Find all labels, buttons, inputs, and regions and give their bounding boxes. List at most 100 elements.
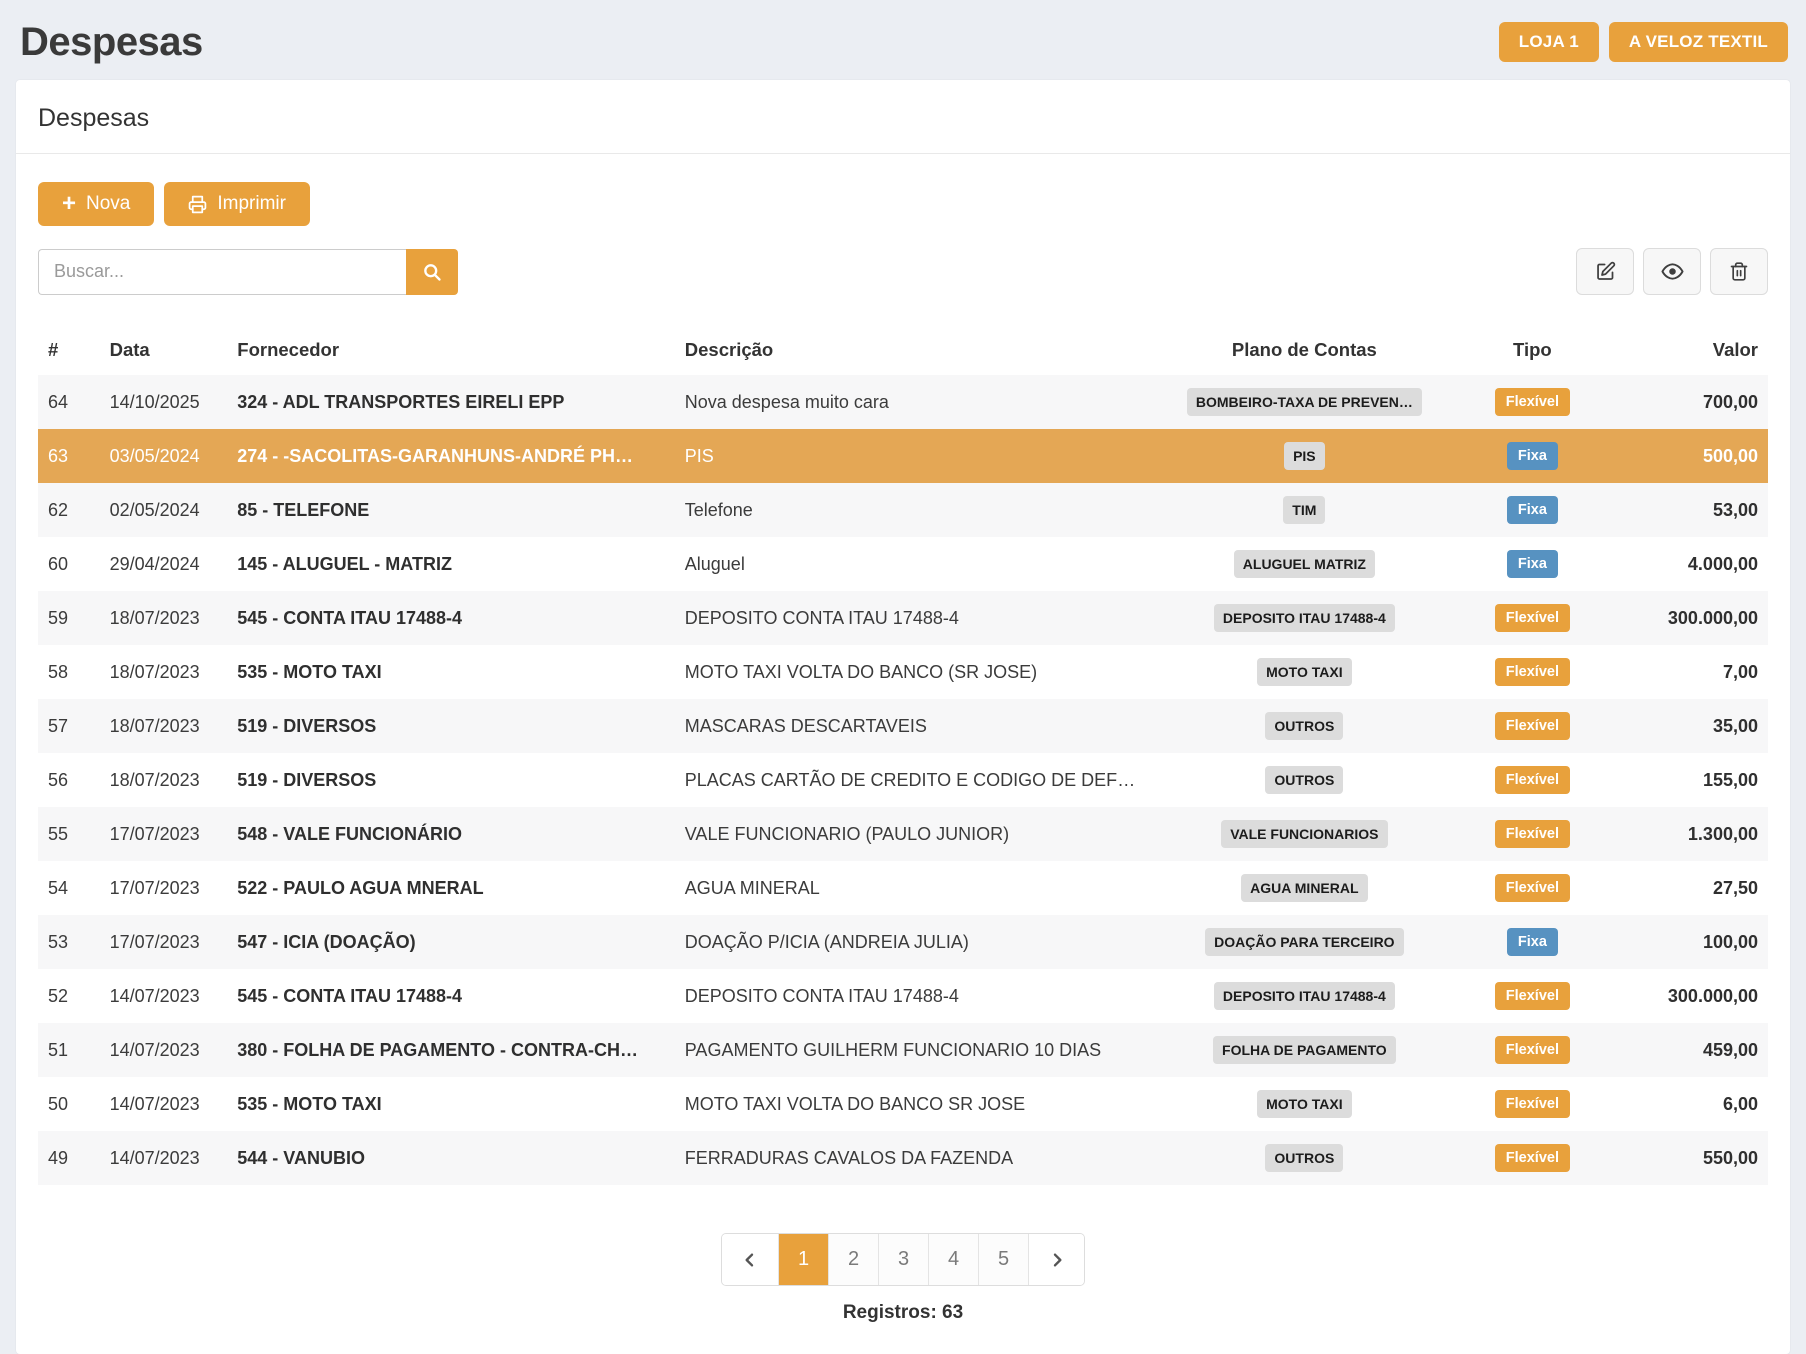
table-row[interactable]: 49 14/07/2023 544 - VANUBIO FERRADURAS C… <box>38 1131 1768 1185</box>
search-button[interactable] <box>406 249 458 295</box>
row-supplier: 535 - MOTO TAXI <box>227 645 675 699</box>
page-button-1[interactable]: 1 <box>778 1234 828 1285</box>
row-plan-cell: VALE FUNCIONARIOS <box>1155 807 1454 861</box>
row-description: AGUA MINERAL <box>675 861 1155 915</box>
row-id: 57 <box>38 699 100 753</box>
row-value: 155,00 <box>1611 753 1768 807</box>
imprimir-button[interactable]: Imprimir <box>164 182 310 226</box>
row-date: 17/07/2023 <box>100 807 228 861</box>
table-row[interactable]: 58 18/07/2023 535 - MOTO TAXI MOTO TAXI … <box>38 645 1768 699</box>
page-button-5[interactable]: 5 <box>978 1234 1028 1285</box>
nova-button[interactable]: + Nova <box>38 182 154 226</box>
company-button[interactable]: A VELOZ TEXTIL <box>1609 22 1788 62</box>
row-type-cell: Flexível <box>1454 645 1611 699</box>
plan-badge: DOAÇÃO PARA TERCEIRO <box>1205 928 1403 956</box>
row-value: 459,00 <box>1611 1023 1768 1077</box>
table-row[interactable]: 53 17/07/2023 547 - ICIA (DOAÇÃO) DOAÇÃO… <box>38 915 1768 969</box>
col-data: Data <box>100 325 228 375</box>
row-date: 14/07/2023 <box>100 1077 228 1131</box>
search-input[interactable] <box>38 249 406 295</box>
chevron-left-icon <box>742 1252 758 1268</box>
table-row[interactable]: 59 18/07/2023 545 - CONTA ITAU 17488-4 D… <box>38 591 1768 645</box>
row-description: Telefone <box>675 483 1155 537</box>
row-plan-cell: OUTROS <box>1155 699 1454 753</box>
page-button-2[interactable]: 2 <box>828 1234 878 1285</box>
registros-count: Registros: 63 <box>38 1302 1768 1324</box>
imprimir-button-label: Imprimir <box>217 193 286 215</box>
table-row[interactable]: 64 14/10/2025 324 - ADL TRANSPORTES EIRE… <box>38 375 1768 429</box>
row-plan-cell: MOTO TAXI <box>1155 645 1454 699</box>
view-button[interactable] <box>1643 248 1701 295</box>
row-type-cell: Flexível <box>1454 591 1611 645</box>
row-date: 18/07/2023 <box>100 753 228 807</box>
col-valor: Valor <box>1611 325 1768 375</box>
search-icon <box>422 262 442 282</box>
row-plan-cell: OUTROS <box>1155 753 1454 807</box>
table-row[interactable]: 57 18/07/2023 519 - DIVERSOS MASCARAS DE… <box>38 699 1768 753</box>
table-row[interactable]: 60 29/04/2024 145 - ALUGUEL - MATRIZ Alu… <box>38 537 1768 591</box>
row-id: 54 <box>38 861 100 915</box>
row-description: PAGAMENTO GUILHERM FUNCIONARIO 10 DIAS <box>675 1023 1155 1077</box>
row-value: 300.000,00 <box>1611 591 1768 645</box>
row-type-cell: Flexível <box>1454 753 1611 807</box>
type-badge: Fixa <box>1507 928 1558 956</box>
row-description: Aluguel <box>675 537 1155 591</box>
row-type-cell: Flexível <box>1454 861 1611 915</box>
table-row[interactable]: 54 17/07/2023 522 - PAULO AGUA MNERAL AG… <box>38 861 1768 915</box>
row-date: 18/07/2023 <box>100 699 228 753</box>
card-body: + Nova Imprimir <box>16 154 1790 1354</box>
table-row[interactable]: 52 14/07/2023 545 - CONTA ITAU 17488-4 D… <box>38 969 1768 1023</box>
row-type-cell: Flexível <box>1454 969 1611 1023</box>
row-id: 53 <box>38 915 100 969</box>
row-type-cell: Fixa <box>1454 483 1611 537</box>
prev-page-button[interactable] <box>722 1234 778 1285</box>
row-type-cell: Fixa <box>1454 915 1611 969</box>
row-date: 14/07/2023 <box>100 1023 228 1077</box>
row-type-cell: Fixa <box>1454 537 1611 591</box>
plan-badge: OUTROS <box>1265 766 1343 794</box>
table-row[interactable]: 55 17/07/2023 548 - VALE FUNCIONÁRIO VAL… <box>38 807 1768 861</box>
delete-button[interactable] <box>1710 248 1768 295</box>
row-id: 55 <box>38 807 100 861</box>
col-plano: Plano de Contas <box>1155 325 1454 375</box>
plan-badge: ALUGUEL MATRIZ <box>1234 550 1375 578</box>
plan-badge: FOLHA DE PAGAMENTO <box>1213 1036 1396 1064</box>
row-supplier: 519 - DIVERSOS <box>227 699 675 753</box>
row-date: 17/07/2023 <box>100 915 228 969</box>
pagination: 12345 <box>721 1233 1085 1286</box>
table-row[interactable]: 63 03/05/2024 274 - -SACOLITAS-GARANHUNS… <box>38 429 1768 483</box>
page-button-4[interactable]: 4 <box>928 1234 978 1285</box>
row-description: MOTO TAXI VOLTA DO BANCO (SR JOSE) <box>675 645 1155 699</box>
type-badge: Flexível <box>1495 658 1570 686</box>
row-plan-cell: DEPOSITO ITAU 17488-4 <box>1155 591 1454 645</box>
next-page-button[interactable] <box>1028 1234 1084 1285</box>
row-value: 7,00 <box>1611 645 1768 699</box>
row-plan-cell: ALUGUEL MATRIZ <box>1155 537 1454 591</box>
plan-badge: PIS <box>1284 442 1325 470</box>
edit-button[interactable] <box>1576 248 1634 295</box>
expenses-table: # Data Fornecedor Descrição Plano de Con… <box>38 325 1768 1185</box>
store-button[interactable]: LOJA 1 <box>1499 22 1599 62</box>
row-supplier: 380 - FOLHA DE PAGAMENTO - CONTRA-CH… <box>227 1023 675 1077</box>
despesas-card: Despesas + Nova Imprimir <box>16 80 1790 1354</box>
col-descricao: Descrição <box>675 325 1155 375</box>
table-row[interactable]: 56 18/07/2023 519 - DIVERSOS PLACAS CART… <box>38 753 1768 807</box>
row-description: DEPOSITO CONTA ITAU 17488-4 <box>675 969 1155 1023</box>
table-row[interactable]: 50 14/07/2023 535 - MOTO TAXI MOTO TAXI … <box>38 1077 1768 1131</box>
row-id: 58 <box>38 645 100 699</box>
type-badge: Fixa <box>1507 442 1558 470</box>
row-id: 60 <box>38 537 100 591</box>
row-supplier: 324 - ADL TRANSPORTES EIRELI EPP <box>227 375 675 429</box>
page-button-3[interactable]: 3 <box>878 1234 928 1285</box>
chevron-right-icon <box>1049 1252 1065 1268</box>
row-description: PLACAS CARTÃO DE CREDITO E CODIGO DE DEF… <box>675 753 1155 807</box>
table-row[interactable]: 51 14/07/2023 380 - FOLHA DE PAGAMENTO -… <box>38 1023 1768 1077</box>
row-type-cell: Flexível <box>1454 375 1611 429</box>
table-row[interactable]: 62 02/05/2024 85 - TELEFONE Telefone TIM… <box>38 483 1768 537</box>
search-group <box>38 249 458 295</box>
row-description: Nova despesa muito cara <box>675 375 1155 429</box>
row-value: 4.000,00 <box>1611 537 1768 591</box>
row-id: 59 <box>38 591 100 645</box>
row-description: DEPOSITO CONTA ITAU 17488-4 <box>675 591 1155 645</box>
plan-badge: MOTO TAXI <box>1257 658 1351 686</box>
